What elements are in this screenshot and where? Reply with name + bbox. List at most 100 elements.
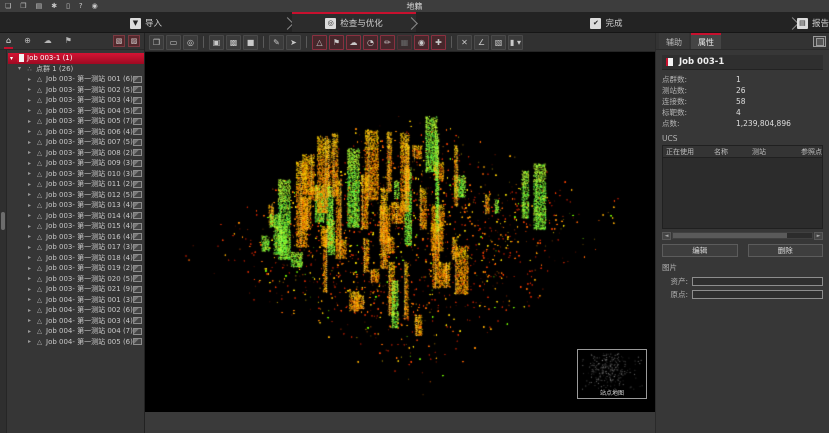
ucs-column-header[interactable]: 名称 <box>711 147 749 157</box>
workflow-tab[interactable]: ◎ 检查与优化 <box>292 12 416 32</box>
expand-arrow-icon[interactable]: ▸ <box>28 181 35 188</box>
expand-arrow-icon[interactable]: ▸ <box>28 86 35 93</box>
expand-arrow-icon[interactable]: ▸ <box>28 233 35 240</box>
asset-input[interactable] <box>692 277 823 286</box>
ucs-column-header[interactable]: 测站 <box>749 147 798 157</box>
sphere-annotation-icon[interactable]: ◔ <box>363 35 378 50</box>
toggle-filter[interactable]: ▨ <box>128 35 140 47</box>
thumbnail-icon[interactable] <box>133 328 142 335</box>
zoom-window-icon[interactable]: ◎ <box>183 35 198 50</box>
tree-item-station[interactable]: ▸ △ Job 003- 第一测站 017 (3) <box>8 242 144 253</box>
thumbnail-icon[interactable] <box>133 191 142 198</box>
workflow-tab[interactable]: ▼ 导入 <box>0 12 292 32</box>
thumbnail-icon[interactable] <box>133 307 142 314</box>
tree-item-station[interactable]: ▸ △ Job 004- 第一测站 004 (7) <box>8 326 144 337</box>
tree-item-station[interactable]: ▸ △ Job 003- 第一测站 010 (3) <box>8 169 144 180</box>
properties-tab[interactable]: 属性 <box>691 33 721 49</box>
tree-item-station[interactable]: ▸ △ Job 004- 第一测站 003 (4) <box>8 316 144 327</box>
tree-item-station[interactable]: ▸ △ Job 003- 第一测站 001 (6) <box>8 74 144 85</box>
import-data-icon[interactable]: ▤ <box>36 0 43 12</box>
thumbnail-icon[interactable] <box>133 76 142 83</box>
expand-arrow-icon[interactable]: ▸ <box>28 244 35 251</box>
project-tree-tab[interactable]: ⌂ <box>4 33 13 49</box>
expand-arrow-icon[interactable]: ▸ <box>28 338 35 345</box>
tags-tab[interactable]: ⚑ <box>63 33 74 49</box>
links-tab[interactable]: ⊕ <box>22 33 33 49</box>
tree-item-station[interactable]: ▸ △ Job 003- 第一测站 020 (5) <box>8 274 144 285</box>
tree-item-station[interactable]: ▸ △ Job 003- 第一测站 015 (4) <box>8 221 144 232</box>
tree-item-station[interactable]: ▸ △ Job 004- 第一测站 002 (6) <box>8 305 144 316</box>
thumbnail-icon[interactable] <box>133 139 142 146</box>
ucs-scrollbar[interactable]: ◄ ► <box>662 231 823 240</box>
measure-icon[interactable]: ✎ <box>269 35 284 50</box>
help-icon[interactable]: ? <box>79 0 83 12</box>
thumbnail-icon[interactable] <box>133 338 142 345</box>
tree-item-root[interactable]: ▾ Job 003-1 (1) <box>8 53 144 64</box>
toggle-thumbnails[interactable]: ▧ <box>113 35 125 47</box>
expand-arrow-icon[interactable]: ▸ <box>28 202 35 209</box>
info-icon[interactable]: ◉ <box>92 0 98 12</box>
save-project-icon[interactable]: ❐ <box>20 0 26 12</box>
delete-icon[interactable]: ▯ <box>66 0 70 12</box>
thumbnail-icon[interactable] <box>133 118 142 125</box>
expand-arrow-icon[interactable]: ▸ <box>28 317 35 324</box>
settings-gear-icon[interactable]: ✱ <box>51 0 57 12</box>
expand-arrow-icon[interactable]: ▸ <box>28 149 35 156</box>
tree-scrollbar[interactable] <box>0 50 7 433</box>
scrollbar-thumb[interactable] <box>673 233 787 238</box>
expand-arrow-icon[interactable]: ▸ <box>28 223 35 230</box>
tree-item-station[interactable]: ▸ △ Job 004- 第一测站 001 (3) <box>8 295 144 306</box>
tree-item-station[interactable]: ▸ △ Job 003- 第一测站 018 (4) <box>8 253 144 264</box>
tree-item-group[interactable]: ▾ ∴ 点群 1 (26) <box>8 64 144 75</box>
expand-arrow-icon[interactable]: ▸ <box>28 286 35 293</box>
camera-lock-icon[interactable]: ▩ <box>226 35 241 50</box>
expand-arrow-icon[interactable]: ▸ <box>28 191 35 198</box>
sitemap-icon[interactable]: ▧ <box>491 35 506 50</box>
expand-arrow-icon[interactable]: ▸ <box>28 76 35 83</box>
tree-item-station[interactable]: ▸ △ Job 003- 第一测站 006 (4) <box>8 127 144 138</box>
thumbnail-icon[interactable] <box>133 128 142 135</box>
panel-layout-icon[interactable] <box>813 36 826 47</box>
tree-item-station[interactable]: ▸ △ Job 003- 第一测站 008 (2) <box>8 148 144 159</box>
image-annotation-icon[interactable]: ▦ <box>397 35 412 50</box>
open-folder-icon[interactable]: ❏ <box>5 0 11 12</box>
workflow-tab[interactable]: ✔ 完成 <box>416 12 797 32</box>
thumbnail-icon[interactable] <box>133 286 142 293</box>
thumbnail-icon[interactable] <box>133 170 142 177</box>
collapse-arrow-icon[interactable]: ▾ <box>10 55 17 62</box>
thumbnail-icon[interactable] <box>133 181 142 188</box>
thumbnail-icon[interactable] <box>133 160 142 167</box>
expand-arrow-icon[interactable]: ▸ <box>28 97 35 104</box>
scroll-left-icon[interactable]: ◄ <box>662 232 671 240</box>
polyline-icon[interactable]: ∠ <box>474 35 489 50</box>
thumbnail-icon[interactable] <box>133 254 142 261</box>
tree-item-station[interactable]: ▸ △ Job 003- 第一测站 016 (4) <box>8 232 144 243</box>
target-annotation-icon[interactable]: △ <box>312 35 327 50</box>
delete-button[interactable]: 删除 <box>748 244 824 257</box>
expand-arrow-icon[interactable]: ▸ <box>28 139 35 146</box>
location-pin-icon[interactable]: ◉ <box>414 35 429 50</box>
marquee-select-icon[interactable]: ▭ <box>166 35 181 50</box>
toolbar-button[interactable] <box>263 36 264 48</box>
tree-item-station[interactable]: ▸ △ Job 003- 第一测站 007 (5) <box>8 137 144 148</box>
expand-arrow-icon[interactable]: ▸ <box>28 307 35 314</box>
thumbnail-icon[interactable] <box>133 244 142 251</box>
pick-cursor-icon[interactable]: ➤ <box>286 35 301 50</box>
tree-item-station[interactable]: ▸ △ Job 003- 第一测站 011 (2) <box>8 179 144 190</box>
expand-arrow-icon[interactable]: ▸ <box>28 254 35 261</box>
colormap-dropdown[interactable]: ▮ ▾ <box>508 35 523 50</box>
properties-tab[interactable]: 辅助 <box>659 33 689 49</box>
ucs-column-header[interactable]: 参照点 <box>798 147 822 157</box>
expand-arrow-icon[interactable]: ▸ <box>28 275 35 282</box>
edit-button[interactable]: 编辑 <box>662 244 738 257</box>
toolbar-button[interactable] <box>306 36 307 48</box>
ucs-column-header[interactable]: 正在使用 <box>663 147 711 157</box>
thumbnail-icon[interactable] <box>133 223 142 230</box>
tree-item-station[interactable]: ▸ △ Job 003- 第一测站 019 (2) <box>8 263 144 274</box>
collapse-arrow-icon[interactable]: ▾ <box>18 65 25 72</box>
expand-arrow-icon[interactable]: ▸ <box>28 296 35 303</box>
3d-viewport[interactable]: 站点地图 <box>145 52 655 412</box>
thumbnail-icon[interactable] <box>133 202 142 209</box>
origin-input[interactable] <box>692 290 823 299</box>
thumbnail-icon[interactable] <box>133 317 142 324</box>
